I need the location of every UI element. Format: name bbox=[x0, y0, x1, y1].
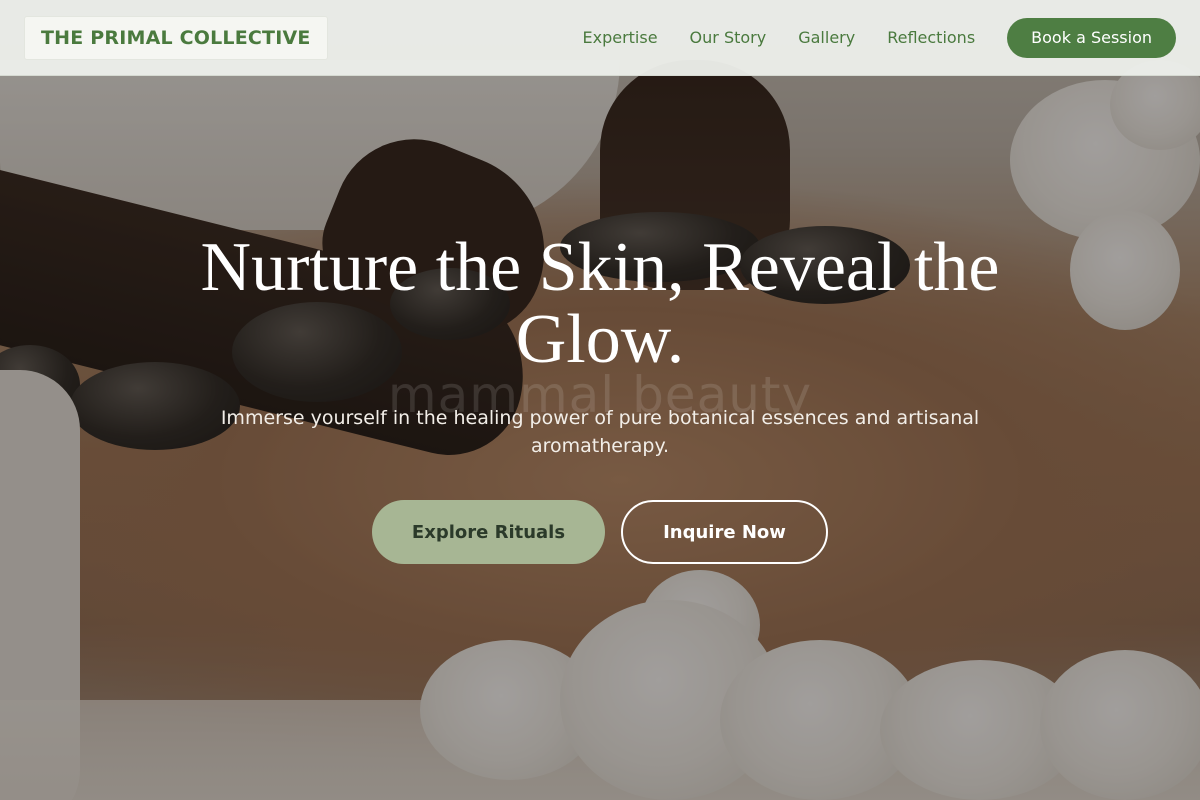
inquire-now-button[interactable]: Inquire Now bbox=[621, 500, 828, 564]
explore-rituals-button[interactable]: Explore Rituals bbox=[372, 500, 605, 564]
hero-section: Nurture the Skin, Reveal the Glow. Immer… bbox=[0, 0, 1200, 800]
hero-subheadline: Immerse yourself in the healing power of… bbox=[220, 407, 980, 457]
hero-headline: Nurture the Skin, Reveal the Glow. bbox=[200, 229, 1000, 378]
hero-cta-group: Explore Rituals Inquire Now bbox=[0, 500, 1200, 564]
